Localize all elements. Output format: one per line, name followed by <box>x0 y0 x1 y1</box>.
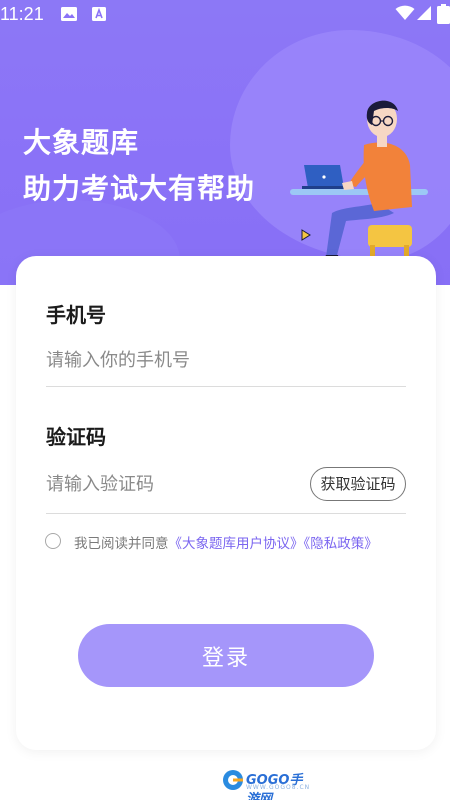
status-time: 11:21 <box>0 4 44 24</box>
battery-icon <box>437 4 450 24</box>
watermark: GOGO手游网 WWW.GOGO8.CN <box>222 768 312 800</box>
hero-title-line1: 大象题库 <box>23 126 140 159</box>
student-laptop-illustration <box>290 100 428 270</box>
code-label: 验证码 <box>46 425 106 449</box>
get-code-button[interactable]: 获取验证码 <box>310 467 406 501</box>
watermark-sub: WWW.GOGO8.CN <box>246 784 311 791</box>
image-icon <box>61 7 77 21</box>
verification-code-input[interactable] <box>46 466 296 502</box>
phone-label: 手机号 <box>46 303 106 327</box>
login-card: 手机号 验证码 获取验证码 我已阅读并同意《大象题库用户协议》《隐私政策》 登录 <box>16 256 436 750</box>
cellular-icon <box>417 6 431 20</box>
phone-divider <box>46 386 406 387</box>
agreement-text: 我已阅读并同意《大象题库用户协议》《隐私政策》 <box>74 532 378 552</box>
status-bar: 11:21 <box>0 0 450 30</box>
gogo-logo-icon <box>223 770 243 790</box>
agreement-row: 我已阅读并同意《大象题库用户协议》《隐私政策》 <box>45 530 425 552</box>
user-agreement-link[interactable]: 《大象题库用户协议》 <box>169 536 304 552</box>
agreement-prefix: 我已阅读并同意 <box>74 536 169 552</box>
agreement-radio[interactable] <box>45 533 61 549</box>
a-notification-icon <box>92 7 106 21</box>
code-divider <box>46 513 406 514</box>
login-button[interactable]: 登录 <box>78 624 374 687</box>
hero-banner: 11:21 大象题库 助力考试大有帮助 <box>0 0 450 285</box>
phone-input[interactable] <box>46 342 406 378</box>
wifi-icon <box>395 5 415 20</box>
hero-title-line2: 助力考试大有帮助 <box>23 172 256 205</box>
privacy-policy-link[interactable]: 《隐私政策》 <box>304 536 378 552</box>
